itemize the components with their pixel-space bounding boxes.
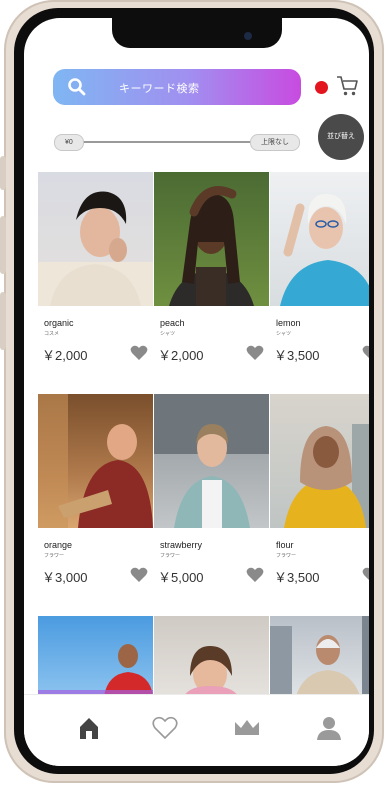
product-price: ￥2,000 (42, 348, 88, 363)
notch (112, 18, 282, 48)
front-camera (244, 32, 252, 40)
product-price: ￥3,500 (274, 570, 320, 585)
product-price: ￥3,000 (42, 570, 88, 585)
product-photo[interactable] (154, 616, 269, 696)
product-category: フラワー (160, 553, 181, 559)
product-category: シャツ (276, 331, 292, 337)
cart-icon[interactable] (336, 74, 360, 98)
bottom-tab-bar (24, 694, 369, 766)
product-category: フラワー (276, 553, 297, 559)
product-name: organic (44, 318, 74, 328)
product-price: ￥2,000 (158, 348, 204, 363)
product-name: flour (276, 540, 294, 550)
product-photo-orange[interactable] (38, 394, 153, 528)
heart-icon[interactable] (130, 345, 148, 361)
profile-icon[interactable] (314, 713, 344, 743)
search-placeholder: キーワード検索 (119, 83, 200, 95)
product-price: ￥3,500 (274, 348, 320, 363)
max-price-handle[interactable]: 上限なし (250, 134, 300, 151)
side-button-volume-down (0, 292, 6, 350)
heart-icon[interactable] (246, 345, 264, 361)
product-photo-peach[interactable] (154, 172, 269, 306)
heart-icon[interactable] (246, 567, 264, 583)
search-icon (68, 78, 86, 96)
home-icon[interactable] (74, 713, 104, 743)
product-name: peach (160, 318, 185, 328)
product-photo-flour[interactable] (270, 394, 369, 528)
min-price-handle[interactable]: ¥0 (54, 134, 84, 151)
red-dot-icon[interactable] (315, 81, 328, 94)
product-name: strawberry (160, 540, 203, 550)
product-category: コスメ (44, 331, 60, 337)
search-bar[interactable]: キーワード検索 (53, 69, 301, 105)
product-name: orange (44, 540, 73, 550)
heart-icon[interactable] (362, 567, 369, 583)
side-button-volume-up (0, 216, 6, 274)
product-category: シャツ (160, 331, 176, 337)
heart-icon[interactable] (130, 567, 148, 583)
sort-button[interactable]: 並び替え (318, 114, 364, 160)
product-photo[interactable] (38, 616, 153, 696)
product-name: lemon (276, 318, 301, 328)
product-photo-lemon[interactable] (270, 172, 369, 306)
product-price: ￥5,000 (158, 570, 204, 585)
product-photo-strawberry[interactable] (154, 394, 269, 528)
heart-icon[interactable] (150, 713, 180, 743)
product-grid: organic コスメ ￥2,000 peach シャツ ￥2,000 lemo… (38, 172, 369, 696)
product-photo[interactable] (270, 616, 369, 696)
product-category: フラワー (44, 553, 65, 559)
product-photo-organic[interactable] (38, 172, 153, 306)
crown-icon[interactable] (232, 713, 262, 743)
side-button-mute (0, 156, 6, 190)
app-screen: キーワード検索 ¥0 上限なし 並び替え organic コスメ ￥2,000 … (24, 18, 369, 766)
price-slider[interactable]: ¥0 上限なし (54, 132, 300, 152)
heart-icon[interactable] (362, 345, 369, 361)
